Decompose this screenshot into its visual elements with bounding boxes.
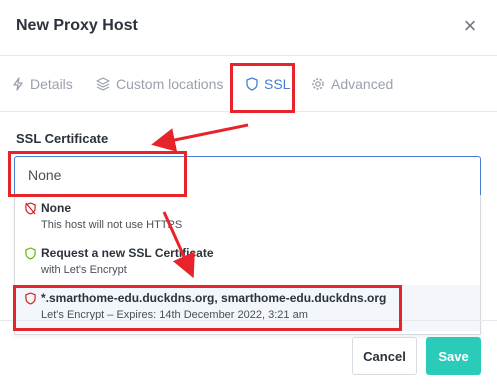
arrow-select-to-certificate	[162, 211, 195, 279]
annotation-arrows	[151, 123, 249, 279]
arrow-tab-to-label	[151, 123, 249, 152]
